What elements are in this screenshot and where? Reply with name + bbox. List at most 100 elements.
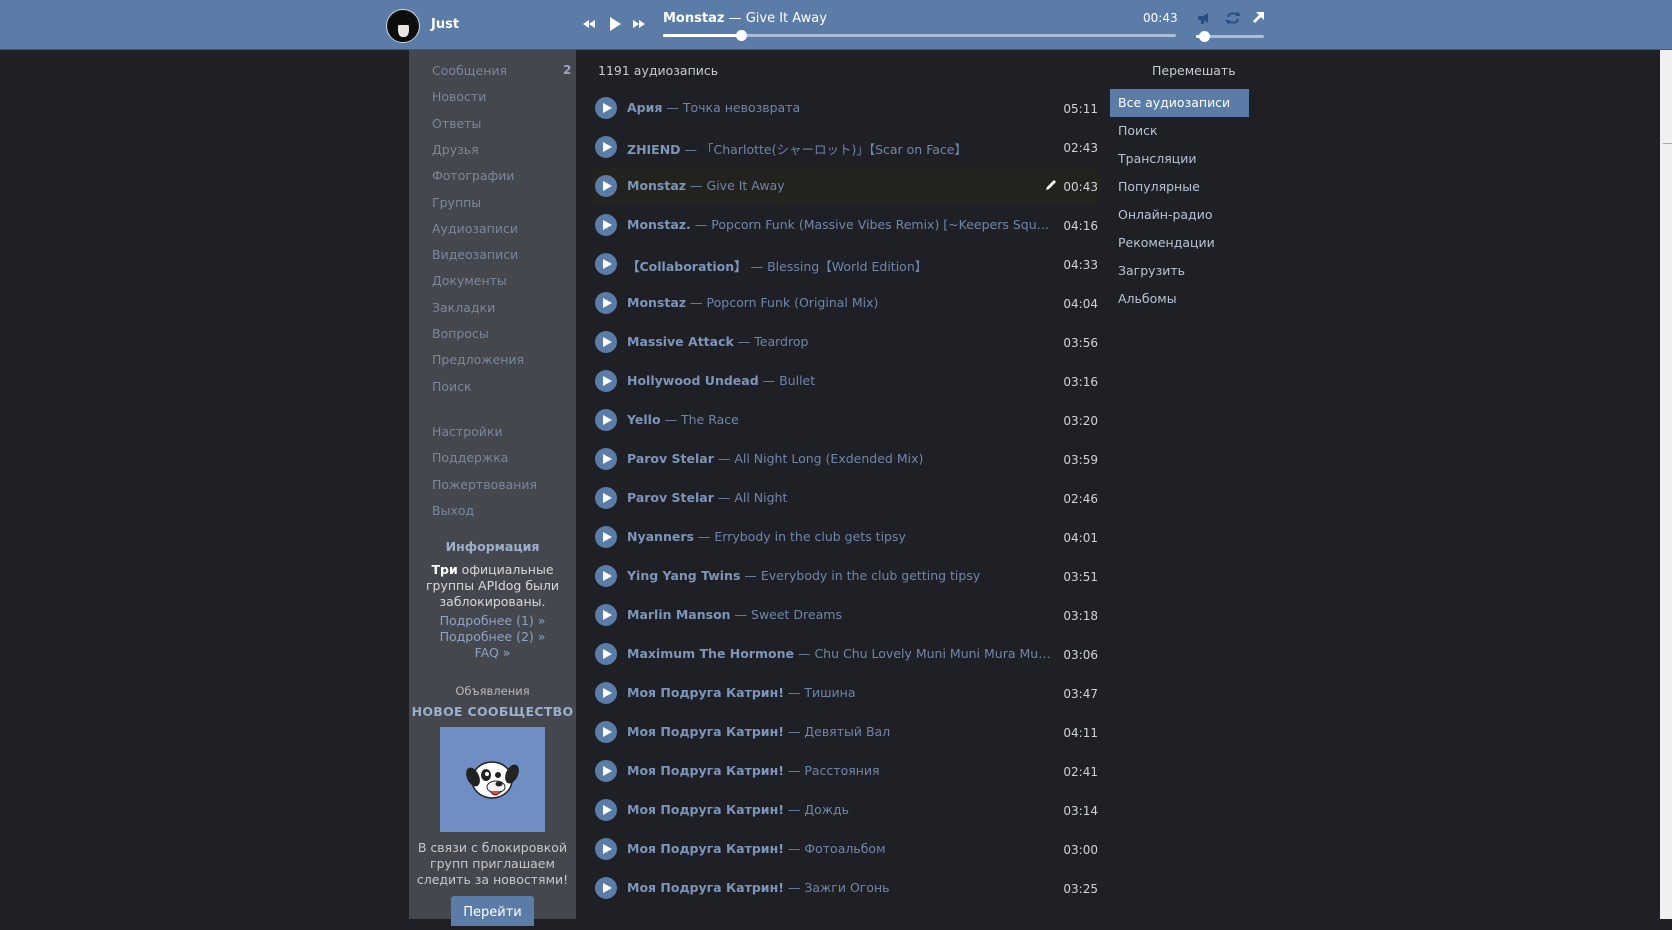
track-row[interactable]: Monstaz. — Popcorn Funk (Massive Vibes R… bbox=[591, 207, 1101, 243]
info-link-more-1[interactable]: Подробнее (1) » bbox=[409, 613, 576, 628]
track-artist[interactable]: Parov Stelar bbox=[627, 451, 714, 466]
sidebar-item-audio[interactable]: Аудиозаписи bbox=[432, 221, 518, 236]
ad-go-button[interactable]: Перейти bbox=[451, 896, 534, 926]
track-play-icon[interactable] bbox=[595, 565, 617, 587]
track-row[interactable]: Моя Подруга Катрин! — Зажги Огонь 03:25 bbox=[591, 870, 1101, 906]
track-play-icon[interactable] bbox=[595, 721, 617, 743]
track-title[interactable]: Моя Подруга Катрин! — Девятый Вал bbox=[627, 724, 1051, 739]
track-title[interactable]: Моя Подруга Катрин! — Дождь bbox=[627, 802, 1051, 817]
play-icon[interactable] bbox=[608, 16, 622, 32]
track-row[interactable]: Моя Подруга Катрин! — Дождь 03:14 bbox=[591, 792, 1101, 828]
sidebar-item-donations[interactable]: Пожертвования bbox=[432, 477, 537, 492]
track-artist[interactable]: Моя Подруга Катрин! bbox=[627, 763, 784, 778]
track-play-icon[interactable] bbox=[595, 643, 617, 665]
track-title[interactable]: Ying Yang Twins — Everybody in the club … bbox=[627, 568, 1051, 583]
track-artist[interactable]: Моя Подруга Катрин! bbox=[627, 724, 784, 739]
fast-forward-icon[interactable] bbox=[632, 17, 646, 31]
track-play-icon[interactable] bbox=[595, 175, 617, 197]
track-song[interactable]: 「Charlotte(シャーロット)」【Scar on Face】 bbox=[701, 142, 967, 157]
track-artist[interactable]: Maximum The Hormone bbox=[627, 646, 794, 661]
track-play-icon[interactable] bbox=[595, 526, 617, 548]
track-play-icon[interactable] bbox=[595, 877, 617, 899]
track-artist[interactable]: ZHIEND bbox=[627, 142, 681, 157]
track-artist[interactable]: Моя Подруга Катрин! bbox=[627, 802, 784, 817]
track-row[interactable]: Parov Stelar — All Night 02:46 bbox=[591, 480, 1101, 516]
shuffle-link[interactable]: Перемешать bbox=[1152, 63, 1236, 78]
track-title[interactable]: Моя Подруга Катрин! — Фотоальбом bbox=[627, 841, 1051, 856]
sidebar-item-messages[interactable]: Сообщения 2 bbox=[432, 63, 571, 78]
track-title[interactable]: Parov Stelar — All Night Long (Exdended … bbox=[627, 451, 1051, 466]
track-song[interactable]: Blessing【World Edition】 bbox=[767, 259, 927, 274]
audio-menu-all-audio[interactable]: Все аудиозаписи bbox=[1110, 89, 1249, 117]
track-play-icon[interactable] bbox=[595, 214, 617, 236]
repeat-icon[interactable] bbox=[1225, 11, 1241, 25]
track-row[interactable]: Ying Yang Twins — Everybody in the club … bbox=[591, 558, 1101, 594]
audio-menu-popular[interactable]: Популярные bbox=[1110, 173, 1249, 201]
sidebar-item-support[interactable]: Поддержка bbox=[432, 450, 508, 465]
track-artist[interactable]: Parov Stelar bbox=[627, 490, 714, 505]
track-title[interactable]: Parov Stelar — All Night bbox=[627, 490, 1051, 505]
sidebar-item-news[interactable]: Новости bbox=[432, 89, 486, 104]
track-row[interactable]: Maximum The Hormone — Chu Chu Lovely Mun… bbox=[591, 636, 1101, 672]
track-play-icon[interactable] bbox=[595, 370, 617, 392]
track-play-icon[interactable] bbox=[595, 409, 617, 431]
track-song[interactable]: Девятый Вал bbox=[804, 724, 890, 739]
track-title[interactable]: Ария — Точка невозврата bbox=[627, 100, 1051, 115]
track-row[interactable]: Моя Подруга Катрин! — Девятый Вал 04:11 bbox=[591, 714, 1101, 750]
track-row[interactable]: Моя Подруга Катрин! — Расстояния 02:41 bbox=[591, 753, 1101, 789]
track-row[interactable]: Моя Подруга Катрин! — Фотоальбом 03:00 bbox=[591, 831, 1101, 867]
track-song[interactable]: Chu Chu Lovely Muni Muni Mura Mura Purin… bbox=[814, 646, 1051, 661]
track-row[interactable]: Yello — The Race 03:20 bbox=[591, 402, 1101, 438]
sidebar-item-groups[interactable]: Группы bbox=[432, 195, 481, 210]
track-play-icon[interactable] bbox=[595, 448, 617, 470]
audio-menu-recommendations[interactable]: Рекомендации bbox=[1110, 229, 1249, 257]
sidebar-item-suggestions[interactable]: Предложения bbox=[432, 352, 524, 367]
track-artist[interactable]: Ying Yang Twins bbox=[627, 568, 740, 583]
track-row[interactable]: 【Collaboration】 — Blessing【World Edition… bbox=[591, 246, 1101, 282]
track-row[interactable]: Parov Stelar — All Night Long (Exdended … bbox=[591, 441, 1101, 477]
sidebar-item-bookmarks[interactable]: Закладки bbox=[432, 300, 495, 315]
track-artist[interactable]: Моя Подруга Катрин! bbox=[627, 880, 784, 895]
track-artist[interactable]: Monstaz bbox=[627, 295, 686, 310]
track-song[interactable]: Точка невозврата bbox=[683, 100, 800, 115]
track-artist[interactable]: Massive Attack bbox=[627, 334, 734, 349]
track-row[interactable]: ZHIEND — 「Charlotte(シャーロット)」【Scar on Fac… bbox=[591, 129, 1101, 165]
track-song[interactable]: Popcorn Funk (Original Mix) bbox=[707, 295, 879, 310]
track-play-icon[interactable] bbox=[595, 799, 617, 821]
sidebar-item-documents[interactable]: Документы bbox=[432, 273, 507, 288]
track-play-icon[interactable] bbox=[595, 253, 617, 275]
track-song[interactable]: Popcorn Funk (Massive Vibes Remix) [~Kee… bbox=[711, 217, 1051, 232]
audio-menu-albums[interactable]: Альбомы bbox=[1110, 285, 1249, 313]
track-artist[interactable]: Marlin Manson bbox=[627, 607, 731, 622]
track-title[interactable]: Hollywood Undead — Bullet bbox=[627, 373, 1051, 388]
track-play-icon[interactable] bbox=[595, 838, 617, 860]
track-artist[interactable]: Monstaz bbox=[627, 178, 686, 193]
track-title[interactable]: Nyanners — Errybody in the club gets tip… bbox=[627, 529, 1051, 544]
track-artist[interactable]: Ария bbox=[627, 100, 662, 115]
scrollbar-thumb[interactable] bbox=[1663, 143, 1672, 144]
track-title[interactable]: Моя Подруга Катрин! — Тишина bbox=[627, 685, 1051, 700]
track-title[interactable]: Maximum The Hormone — Chu Chu Lovely Mun… bbox=[627, 646, 1051, 661]
track-row[interactable]: Monstaz — Popcorn Funk (Original Mix) 04:… bbox=[591, 285, 1101, 321]
page-scrollbar[interactable] bbox=[1660, 50, 1672, 919]
track-title[interactable]: Моя Подруга Катрин! — Расстояния bbox=[627, 763, 1051, 778]
track-title[interactable]: Massive Attack — Teardrop bbox=[627, 334, 1051, 349]
track-artist[interactable]: 【Collaboration】 bbox=[627, 259, 747, 274]
track-song[interactable]: Тишина bbox=[804, 685, 855, 700]
progress-slider[interactable] bbox=[663, 30, 1176, 41]
audio-menu-online-radio[interactable]: Онлайн-радио bbox=[1110, 201, 1249, 229]
sidebar-item-photos[interactable]: Фотографии bbox=[432, 168, 514, 183]
ad-dog-image[interactable] bbox=[440, 727, 545, 832]
sidebar-item-video[interactable]: Видеозаписи bbox=[432, 247, 518, 262]
track-play-icon[interactable] bbox=[595, 760, 617, 782]
track-song[interactable]: Фотоальбом bbox=[804, 841, 885, 856]
track-song[interactable]: Everybody in the club getting tipsy bbox=[761, 568, 980, 583]
track-row[interactable]: Nyanners — Errybody in the club gets tip… bbox=[591, 519, 1101, 555]
track-play-icon[interactable] bbox=[595, 604, 617, 626]
username[interactable]: Just bbox=[431, 17, 459, 32]
track-title[interactable]: Моя Подруга Катрин! — Зажги Огонь bbox=[627, 880, 1051, 895]
track-play-icon[interactable] bbox=[595, 136, 617, 158]
track-play-icon[interactable] bbox=[595, 292, 617, 314]
track-song[interactable]: Give It Away bbox=[707, 178, 785, 193]
info-link-faq[interactable]: FAQ » bbox=[409, 645, 576, 660]
